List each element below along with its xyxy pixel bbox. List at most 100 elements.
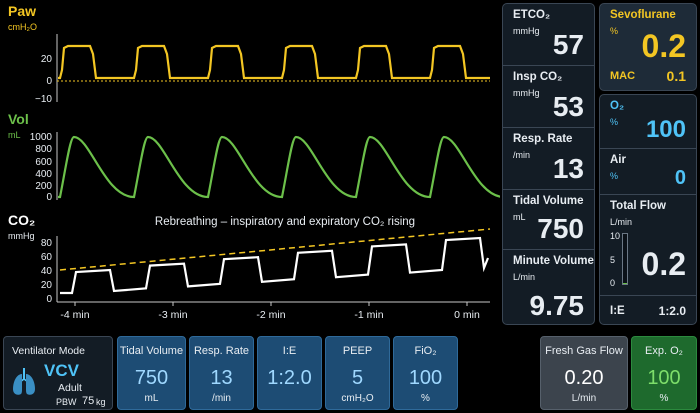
setting-resp-rate[interactable]: Resp. Rate 13 /min [189,336,254,410]
co2-unit: mmHg [8,231,35,241]
insp-co2-value: 53 [552,91,584,122]
o2-cell[interactable]: O₂ % 100 [600,95,696,149]
vol-tick: 400 [35,169,52,180]
minute-volume-unit: L/min [513,272,536,282]
flow-bar-tick: 0 [610,278,616,288]
vol-tick: 600 [35,157,52,168]
flow-bar-track [622,233,628,285]
setting-peep[interactable]: PEEP 5 cmH₂O [325,336,390,410]
ventilator-mode-value: VCV [44,361,79,380]
setting-peep-unit: cmH₂O [341,393,374,404]
pbw-unit: kg [96,397,106,407]
air-label: Air [610,154,626,166]
ie-label: I:E [610,305,625,317]
resp-rate-value: 13 [552,153,584,184]
etco2-cell[interactable]: ETCO₂ mmHg 57 [503,4,594,66]
paw-tick: 0 [46,76,52,87]
lungs-icon [13,368,35,395]
measurements-panel: ETCO₂ mmHg 57 Insp CO₂ mmHg 53 Resp. Rat… [502,3,595,325]
time-tick: -2 min [256,309,285,321]
o2-label: O₂ [610,100,625,112]
pbw-label: PBW [56,397,77,407]
ie-cell[interactable]: I:E 1:2.0 [600,296,696,326]
total-flow-cell[interactable]: Total Flow L/min 10 5 0 0.2 [600,195,696,296]
rebreathing-annotation: Rebreathing – inspiratory and expiratory… [155,216,415,228]
time-tick: -1 min [354,309,383,321]
setting-ie-ratio[interactable]: I:E 1:2.0 [257,336,322,410]
pbw-value: 75 [82,395,95,407]
resp-rate-cell[interactable]: Resp. Rate /min 13 [503,128,594,190]
sevoflurane-cell: Sevoflurane % 0.2 MAC 0.1 [600,4,696,92]
fresh-gas-flow-value: 0.20 [564,367,604,389]
time-tick: -4 min [60,309,89,321]
setting-fio2-value: 100 [408,367,443,389]
setting-tidal-volume-value: 750 [134,367,169,389]
total-flow-unit: L/min [610,217,633,227]
tidal-volume-unit: mL [513,212,526,222]
vol-tick: 800 [35,144,52,155]
fresh-gas-flow-tile[interactable]: Fresh Gas Flow 0.20 L/min [540,336,628,410]
exp-o2-unit: % [659,393,669,404]
setting-resp-rate-label: Resp. Rate [193,345,250,357]
setting-tidal-volume-unit: mL [144,393,159,404]
co2-tick: 60 [41,252,53,263]
co2-tick: 0 [46,294,52,305]
exp-o2-label: Exp. O₂ [645,345,683,357]
paw-label: Paw [8,3,36,19]
ventilator-mode-tile[interactable]: Ventilator Mode VCV Adult PBW 75 kg [3,336,113,410]
fresh-gas-flow-unit: L/min [571,393,597,404]
tidal-volume-value: 750 [537,213,584,244]
agent-panel[interactable]: Sevoflurane % 0.2 MAC 0.1 [599,3,697,91]
time-tick: 0 min [454,309,480,321]
vol-label: Vol [8,111,29,127]
fresh-gas-flow-label: Fresh Gas Flow [545,345,623,357]
setting-resp-rate-unit: /min [212,393,231,404]
co2-tick: 20 [41,280,53,291]
mac-value: 0.1 [666,68,686,84]
air-unit: % [610,171,619,181]
paw-unit: cmH₂O [8,22,37,32]
tidal-volume-cell[interactable]: Tidal Volume mL 750 [503,190,594,250]
setting-resp-rate-value: 13 [210,367,233,389]
etco2-value: 57 [552,29,584,60]
flow-bar-fill [623,283,627,284]
ie-value: 1:2.0 [658,304,686,318]
vol-waveform [58,135,500,199]
co2-waveform [60,236,490,295]
minute-volume-label: Minute Volume [513,255,594,267]
vol-tick: 1000 [30,132,53,143]
vol-tick: 200 [35,181,52,192]
setting-peep-label: PEEP [342,345,373,357]
air-value: 0 [674,167,686,189]
paw-tick: −10 [35,94,52,105]
gas-flow-panel: O₂ % 100 Air % 0 Total Flow L/min 10 5 0… [599,94,697,325]
insp-co2-cell[interactable]: Insp CO₂ mmHg 53 [503,66,594,128]
patient-type: Adult [58,382,82,394]
flow-bar-tick: 10 [610,231,621,241]
setting-peep-value: 5 [351,367,364,389]
minute-volume-cell[interactable]: Minute Volume L/min 9.75 [503,250,594,326]
air-cell[interactable]: Air % 0 [600,149,696,195]
time-tick: -3 min [158,309,187,321]
setting-fio2[interactable]: FiO₂ 100 % [393,336,458,410]
waveform-area: Paw cmH₂O 20 0 −10 Vol mL 1000 800 600 4… [8,3,500,321]
total-flow-label: Total Flow [610,200,667,212]
ventilator-mode-label: Ventilator Mode [12,345,85,357]
minute-volume-value: 9.75 [529,290,585,321]
flow-bar-tick: 5 [610,255,616,265]
vol-tick: 0 [46,192,52,203]
tidal-volume-label: Tidal Volume [513,195,584,207]
setting-tidal-volume-label: Tidal Volume [119,345,184,357]
mac-label: MAC [610,70,636,82]
paw-waveform [58,44,490,80]
insp-co2-label: Insp CO₂ [513,71,563,83]
etco2-unit: mmHg [513,26,540,36]
setting-tidal-volume[interactable]: Tidal Volume 750 mL [117,336,186,410]
setting-ie-label: I:E [282,345,297,357]
exp-o2-tile[interactable]: Exp. O₂ 100 % [631,336,697,410]
setting-ie-value: 1:2.0 [267,367,312,389]
resp-rate-label: Resp. Rate [513,133,573,145]
o2-value: 100 [645,116,686,143]
resp-rate-unit: /min [513,150,531,160]
vol-unit: mL [8,130,21,140]
